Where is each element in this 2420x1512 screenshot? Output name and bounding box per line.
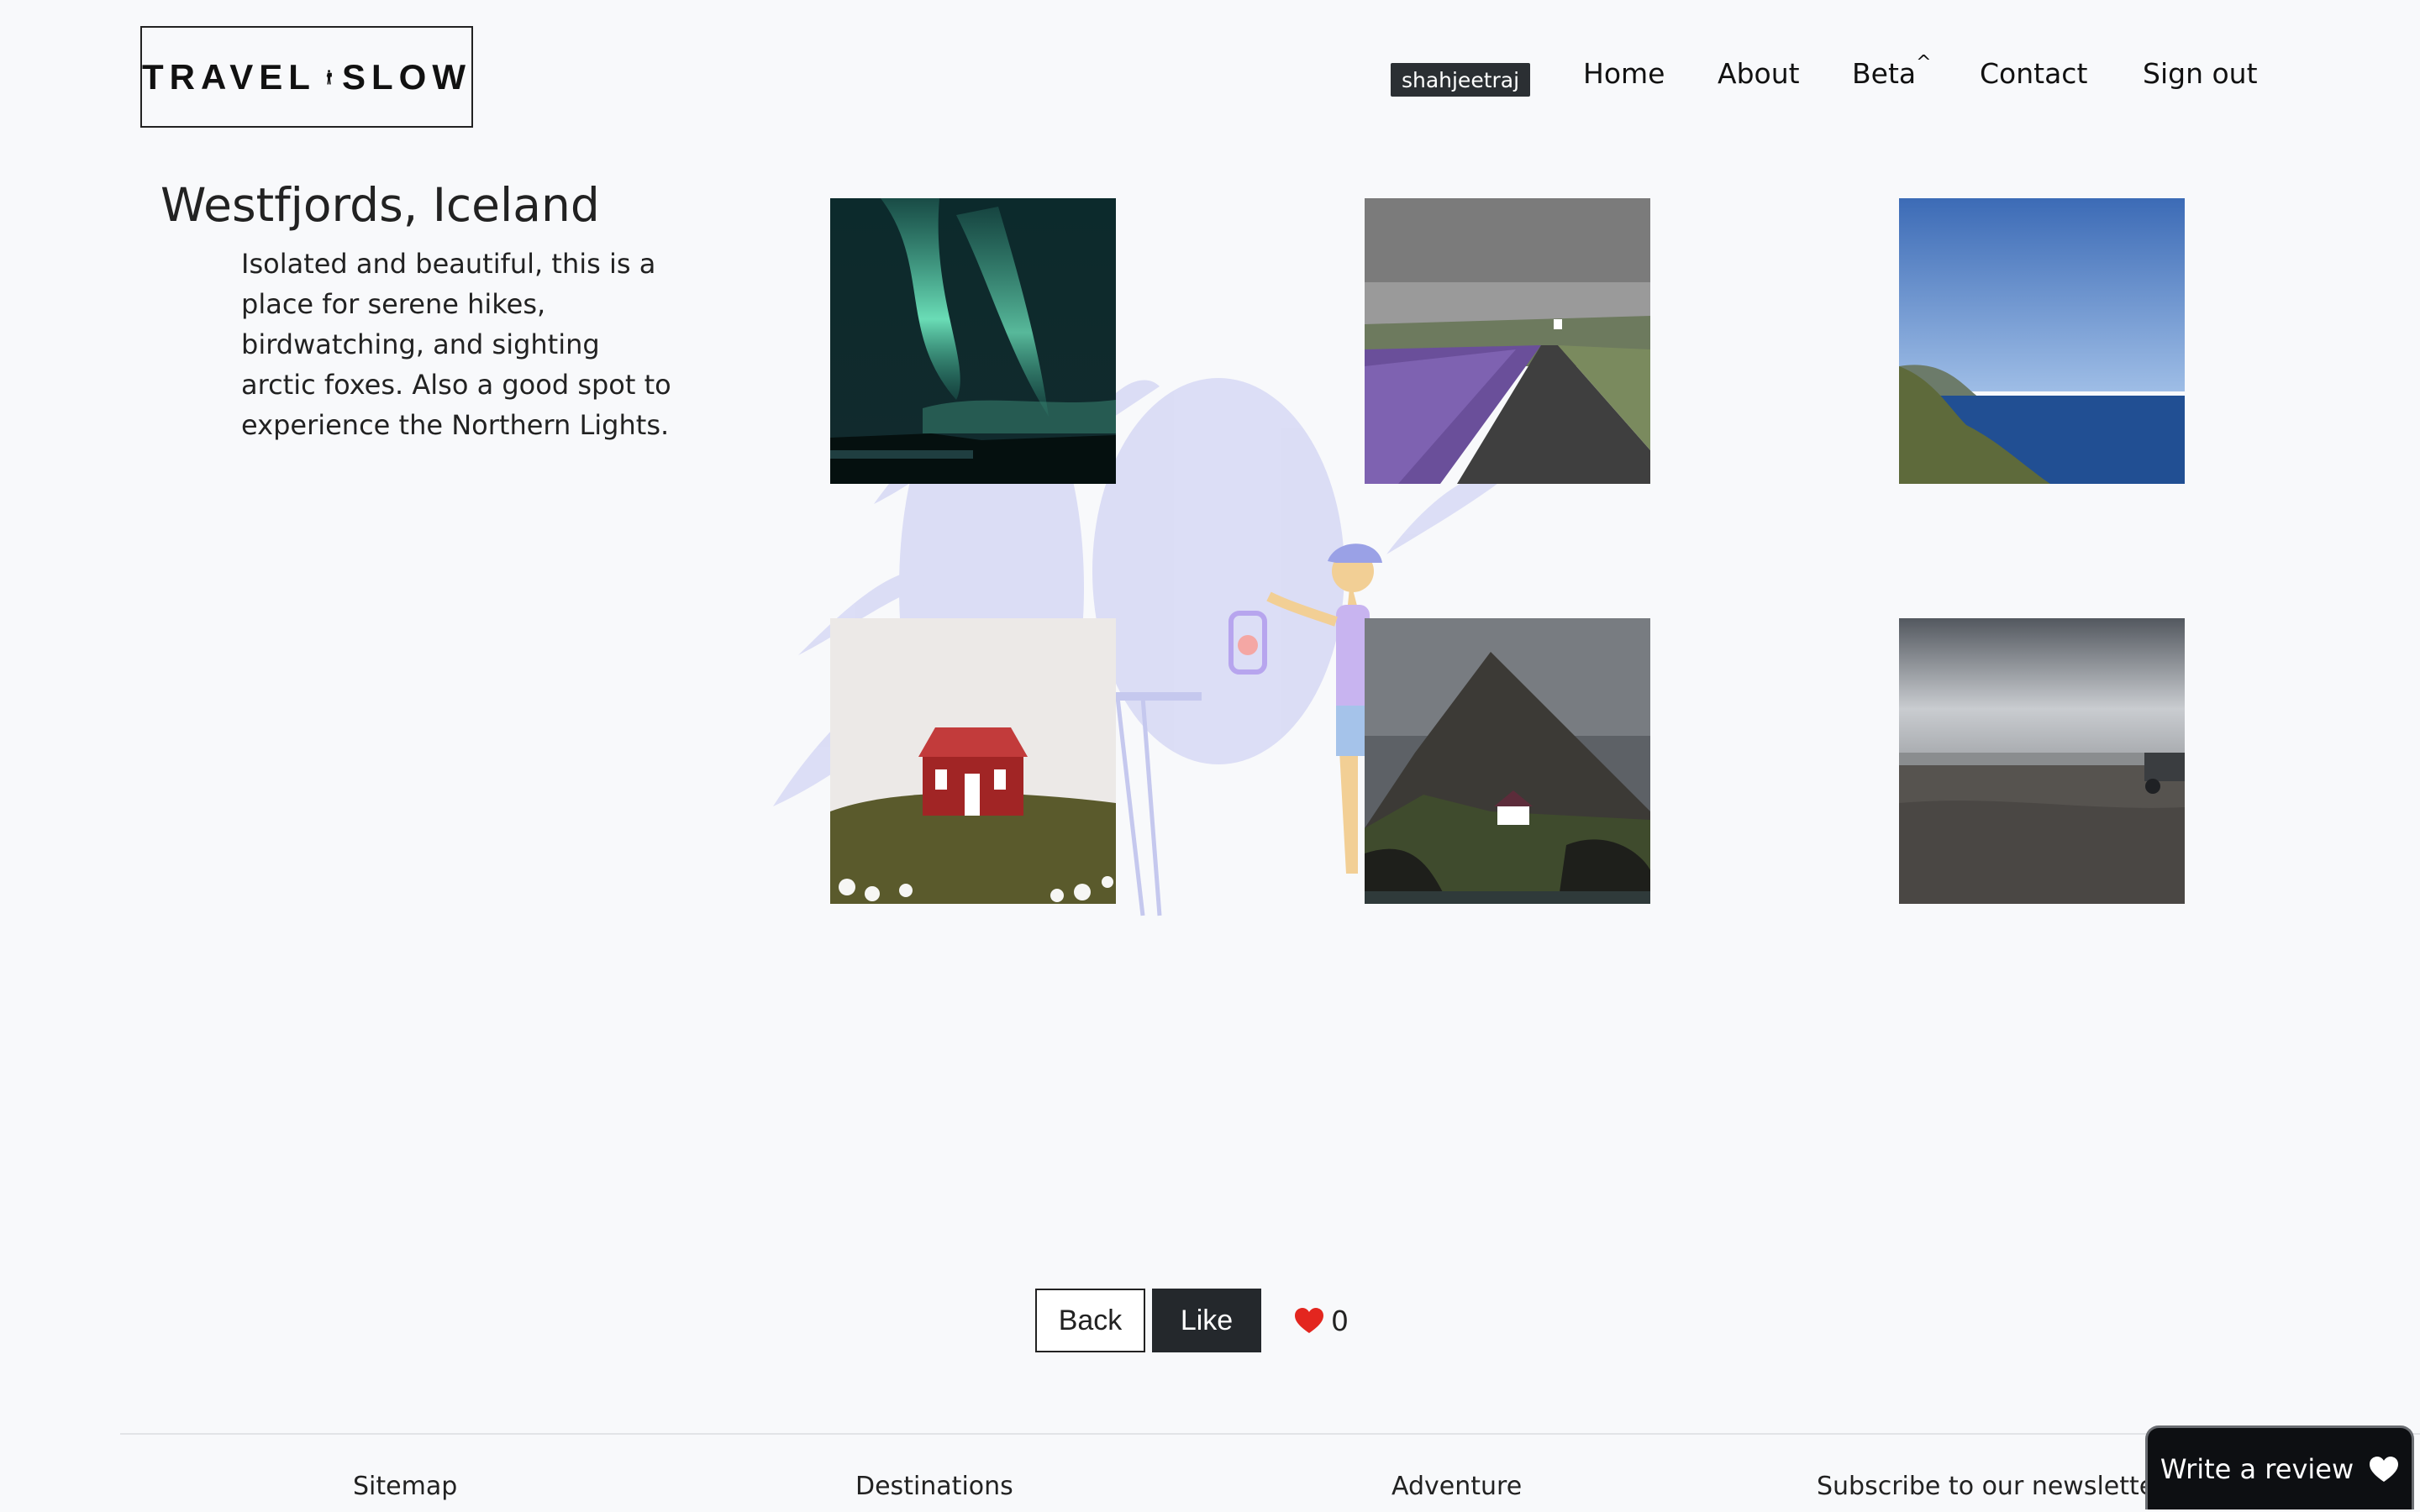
- nav-sign-out[interactable]: Sign out: [2143, 57, 2258, 90]
- red-cabin-image: [830, 618, 1116, 904]
- footer-destinations: Destinations: [855, 1472, 1013, 1501]
- like-counter: 0: [1294, 1302, 1349, 1339]
- gravel-jeep-image: [1899, 618, 2185, 904]
- fjord-image: [1899, 198, 2185, 484]
- gallery-photo-mountain[interactable]: [1365, 618, 1650, 904]
- footer-divider: [120, 1433, 2420, 1435]
- beta-marker: ^: [1916, 52, 1932, 73]
- page: TRAVEL SLOW shahjeetraj Home About Beta^…: [0, 0, 2420, 1512]
- like-button[interactable]: Like: [1152, 1289, 1261, 1352]
- footer-adventure: Adventure: [1392, 1472, 1523, 1501]
- write-review-label: Write a review: [2160, 1452, 2354, 1485]
- nav-contact[interactable]: Contact: [1980, 57, 2087, 90]
- nav-home[interactable]: Home: [1583, 57, 1665, 90]
- nav-beta-label: Beta: [1852, 57, 1917, 90]
- gallery-photo-fjord[interactable]: [1899, 198, 2185, 484]
- main-nav: shahjeetraj Home About Beta^ Contact Sig…: [0, 0, 2420, 151]
- gallery-photo-lupine-road[interactable]: [1365, 198, 1650, 484]
- nav-about[interactable]: About: [1718, 57, 1800, 90]
- write-review-button[interactable]: Write a review: [2145, 1425, 2414, 1509]
- aurora-image: [830, 198, 1116, 484]
- gallery-photo-aurora[interactable]: [830, 198, 1116, 484]
- like-count: 0: [1331, 1304, 1349, 1337]
- back-button[interactable]: Back: [1035, 1289, 1145, 1352]
- heart-icon: [1295, 1308, 1323, 1333]
- gallery-photo-gravel-jeep[interactable]: [1899, 618, 2185, 904]
- gallery-photo-red-cabin[interactable]: [830, 618, 1116, 904]
- destination-description: Isolated and beautiful, this is a place …: [241, 248, 671, 441]
- heart-icon: [2370, 1456, 2399, 1482]
- lupine-road-image: [1365, 198, 1650, 484]
- destination-title: Westfjords, Iceland: [160, 178, 600, 232]
- mountain-image: [1365, 618, 1650, 904]
- nav-beta[interactable]: Beta^: [1852, 52, 1932, 90]
- footer-newsletter: Subscribe to our newsletter: [1817, 1472, 2165, 1501]
- footer-sitemap: Sitemap: [353, 1472, 458, 1501]
- user-badge[interactable]: shahjeetraj: [1391, 63, 1530, 97]
